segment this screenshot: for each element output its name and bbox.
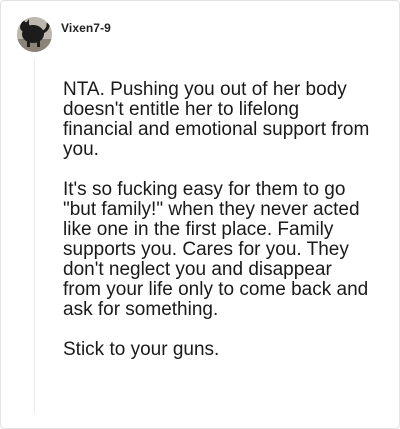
avatar[interactable] [17,16,52,52]
comment-paragraph-2: It's so fucking easy for them to go "but… [63,179,369,320]
thread-collapse-line[interactable] [34,59,35,413]
comment-card: Vixen7-9 NTA. Pushing you out of her bod… [0,0,400,429]
comment-author[interactable]: Vixen7-9 [61,21,111,35]
comment-header: Vixen7-9 [17,16,111,52]
comment-body: NTA. Pushing you out of her body doesn't… [63,80,373,360]
user-avatar-photo-icon [17,16,52,52]
comment-paragraph-3: Stick to your guns. [63,339,220,360]
comment-paragraph-1: NTA. Pushing you out of her body doesn't… [63,79,370,160]
